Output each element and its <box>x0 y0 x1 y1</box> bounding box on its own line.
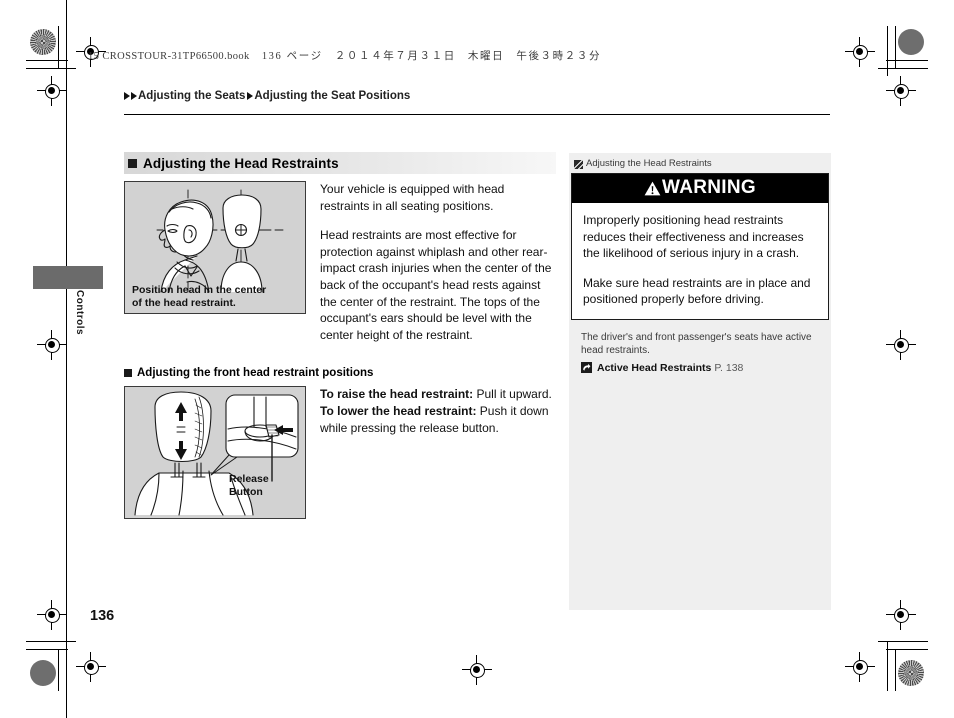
instruction-raise-label: To raise the head restraint: <box>320 387 474 402</box>
chapter-thumb-tab-label: Controls <box>74 290 85 336</box>
figure-release-button: Release Button <box>124 386 306 520</box>
figure-head-position-caption: Position head in the center of the head … <box>132 284 301 309</box>
running-head: 15 CROSSTOUR-31TP66500.book 136 ページ ２０１４… <box>88 48 601 63</box>
running-head-weekday: 木曜日 <box>467 51 505 62</box>
crop-line <box>26 641 76 642</box>
release-button-label-line-1: Release <box>229 473 269 486</box>
manual-page: 15 CROSSTOUR-31TP66500.book 136 ページ ２０１４… <box>0 0 954 718</box>
page-number: 136 <box>90 608 115 624</box>
warning-paragraph-2: Make sure head restraints are in place a… <box>583 275 811 307</box>
double-chevron-icon <box>574 160 583 169</box>
crop-line <box>895 26 896 68</box>
warning-body: Improperly positioning head restraints r… <box>572 203 828 319</box>
registration-mark <box>76 652 106 682</box>
sidebar-note-text: The driver's and front passenger's seats… <box>581 331 812 357</box>
warning-title-label: WARNING <box>662 177 756 198</box>
chevron-right-icon <box>124 92 130 100</box>
cross-reference-link[interactable]: Active Head Restraints P. 138 <box>581 362 831 374</box>
crop-line <box>58 649 59 691</box>
sub-heading: Adjusting the front head restraint posit… <box>124 367 556 379</box>
intro-paragraph-2: Head restraints are most effective for p… <box>320 228 552 342</box>
crop-line <box>886 649 928 650</box>
crop-line <box>878 68 928 69</box>
page-jump-icon <box>581 362 592 373</box>
intro-row: Position head in the center of the head … <box>124 181 556 343</box>
front-restraint-instructions: To raise the head restraint: Pull it upw… <box>320 386 556 519</box>
crop-line <box>26 649 68 650</box>
square-bullet-icon <box>124 369 132 378</box>
crop-line <box>895 649 896 691</box>
warning-paragraph-1: Improperly positioning head restraints r… <box>583 213 804 260</box>
crop-line <box>886 60 928 61</box>
density-patch <box>30 660 56 686</box>
section-heading: Adjusting the Head Restraints <box>124 152 556 174</box>
figure-caption-line-1: Position head in the center <box>132 284 267 296</box>
section-heading-label: Adjusting the Head Restraints <box>143 155 339 171</box>
density-patch <box>898 660 924 686</box>
intro-body-text: Your vehicle is equipped with head restr… <box>320 181 556 343</box>
front-restraint-row: Release Button To raise the head restrai… <box>124 386 556 520</box>
instruction-lower-label: To lower the head restraint: <box>320 403 477 418</box>
release-button-label-line-2: Button <box>229 485 263 498</box>
sidebar-note: The driver's and front passenger's seats… <box>569 320 831 358</box>
sidebar-header-label: Adjusting the Head Restraints <box>586 158 712 169</box>
sidebar-panel: Adjusting the Head Restraints WARNING Im… <box>569 153 831 610</box>
instruction-lower: To lower the head restraint: Push it dow… <box>320 403 556 436</box>
square-bullet-icon <box>128 158 137 168</box>
running-head-page: 136 ページ <box>261 51 323 62</box>
registration-mark <box>886 330 916 360</box>
running-head-file: 15 CROSSTOUR-31TP66500.book <box>88 51 250 62</box>
cross-reference-page: P. 138 <box>714 361 744 374</box>
sidebar-header: Adjusting the Head Restraints <box>569 153 831 173</box>
registration-mark <box>886 76 916 106</box>
registration-mark <box>845 652 875 682</box>
figure-caption-line-2: of the head restraint. <box>132 296 236 309</box>
cross-reference-label: Active Head Restraints <box>597 361 712 374</box>
density-patch <box>30 29 56 55</box>
crop-line <box>26 60 68 61</box>
intro-paragraph-1: Your vehicle is equipped with head restr… <box>320 182 505 213</box>
warning-triangle-icon <box>644 181 661 196</box>
registration-mark <box>462 655 492 685</box>
breadcrumb-level-2[interactable]: Adjusting the Seat Positions <box>254 90 410 102</box>
crop-line <box>887 26 888 76</box>
density-patch <box>898 29 924 55</box>
crop-line <box>26 68 76 69</box>
warning-box: WARNING Improperly positioning head rest… <box>571 173 829 320</box>
crop-line <box>58 26 59 68</box>
sub-heading-label: Adjusting the front head restraint posit… <box>137 367 374 380</box>
chevron-right-icon <box>247 92 254 100</box>
main-column: Adjusting the Head Restraints Position h… <box>124 152 556 520</box>
running-head-date: ２０１４年７月３１日 <box>334 51 456 62</box>
registration-mark <box>886 600 916 630</box>
instruction-raise: To raise the head restraint: Pull it upw… <box>320 386 556 403</box>
running-head-time: 午後３時２３分 <box>516 51 602 62</box>
registration-mark <box>37 76 67 106</box>
crop-line <box>878 641 928 642</box>
instruction-raise-text: Pull it upward. <box>473 387 552 402</box>
registration-mark <box>37 330 67 360</box>
breadcrumb: Adjusting the Seats Adjusting the Seat P… <box>124 90 410 102</box>
chapter-thumb-tab <box>33 266 103 289</box>
registration-mark <box>845 37 875 67</box>
breadcrumb-divider <box>124 114 830 115</box>
figure-release-button-label: Release Button <box>229 473 299 498</box>
breadcrumb-level-1[interactable]: Adjusting the Seats <box>138 90 245 102</box>
registration-mark <box>37 600 67 630</box>
chevron-right-icon <box>131 92 137 100</box>
warning-title-bar: WARNING <box>572 174 828 203</box>
figure-head-position: Position head in the center of the head … <box>124 181 306 314</box>
spine-rule <box>66 0 67 718</box>
